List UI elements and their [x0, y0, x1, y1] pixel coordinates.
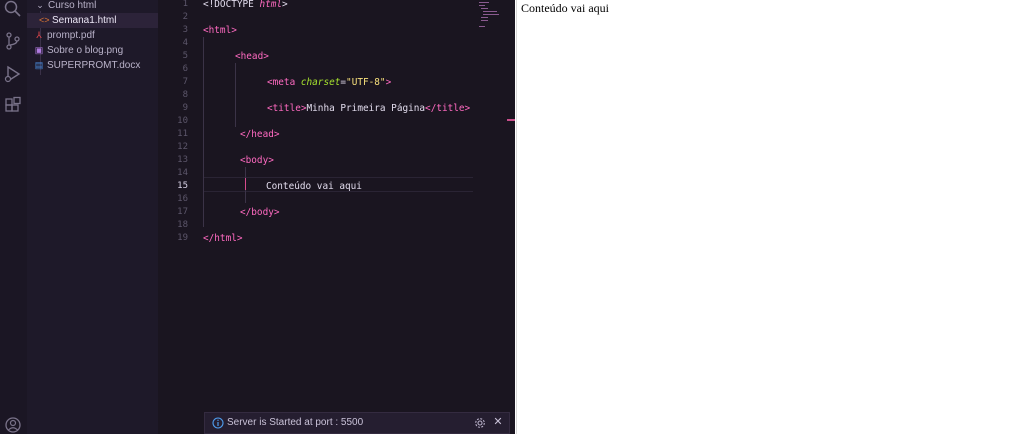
meta-open: <meta — [267, 77, 301, 88]
extensions-icon[interactable] — [3, 96, 23, 116]
file-label: Sobre o blog.png — [47, 45, 124, 56]
doctype-open: <!DOCTYPE — [203, 0, 260, 10]
line-number: 7 — [182, 77, 188, 87]
file-label: Semana1.html — [52, 15, 117, 26]
text-cursor — [245, 178, 246, 190]
close-icon[interactable]: ✕ — [492, 416, 504, 428]
code-editor[interactable]: 1 2 3 4 5 6 7 8 9 10 11 12 13 14 15 16 1… — [158, 0, 515, 434]
file-item-prompt-pdf[interactable]: ⅄ prompt.pdf — [27, 28, 158, 43]
source-control-icon[interactable] — [3, 31, 23, 51]
line-number: 9 — [182, 103, 188, 113]
charset-attribute: charset — [300, 77, 341, 88]
activity-bar — [0, 0, 28, 434]
code-line-13: <body> — [240, 155, 274, 166]
line-number: 11 — [177, 129, 188, 139]
html-file-icon: <> — [39, 15, 50, 25]
line-number: 2 — [182, 12, 188, 22]
explorer-sidebar: ⌄ Curso html <> Semana1.html ⅄ prompt.pdf ▣… — [27, 0, 158, 434]
scrollbar-marker[interactable] — [507, 119, 515, 121]
line-number: 12 — [177, 142, 188, 152]
run-debug-icon[interactable] — [3, 64, 23, 84]
browser-preview: Conteúdo vai aqui — [516, 0, 1024, 434]
line-number: 3 — [182, 25, 188, 35]
chevron-down-icon: ⌄ — [36, 0, 44, 10]
folder-label: Curso html — [48, 0, 97, 11]
code-line-3: <html> — [203, 25, 237, 36]
doctype-close: > — [282, 0, 288, 10]
indent-guide — [235, 63, 236, 127]
preview-content: Conteúdo vai aqui — [521, 1, 609, 15]
line-number: 5 — [182, 51, 188, 61]
title-open: <title> — [267, 103, 307, 114]
line-number: 4 — [182, 38, 188, 48]
line-number: 8 — [182, 90, 188, 100]
line-number: 1 — [182, 0, 188, 9]
folder-curso-html[interactable]: ⌄ Curso html — [27, 0, 158, 13]
charset-value: "UTF-8" — [346, 77, 386, 88]
title-text: Minha Primeira Página — [306, 103, 426, 114]
code-line-9: <title>Minha Primeira Página</title> — [267, 102, 470, 115]
line-number: 10 — [177, 116, 188, 126]
file-item-semana1[interactable]: <> Semana1.html — [27, 13, 158, 28]
server-notification: Server is Started at port : 5500 ✕ — [204, 412, 510, 434]
line-number: 17 — [177, 207, 188, 217]
indent-guide — [203, 37, 204, 227]
code-line-15: Conteúdo vai aqui — [266, 181, 362, 192]
code-line-19: </html> — [203, 233, 243, 244]
line-number: 14 — [177, 168, 188, 178]
code-line-11: </head> — [240, 129, 280, 140]
file-item-sobre-o-blog[interactable]: ▣ Sobre o blog.png — [27, 43, 158, 58]
doctype-keyword: html — [259, 0, 283, 10]
line-number: 18 — [177, 220, 188, 230]
minimap[interactable] — [477, 0, 505, 30]
line-number: 6 — [182, 64, 188, 74]
line-number: 19 — [177, 233, 188, 243]
line-number-gutter: 1 2 3 4 5 6 7 8 9 10 11 12 13 14 15 16 1… — [158, 0, 190, 434]
line-number: 16 — [177, 194, 188, 204]
search-icon[interactable] — [3, 0, 23, 20]
code-area[interactable]: <!DOCTYPE html> <html> <head> <meta char… — [203, 0, 473, 260]
gear-icon[interactable] — [474, 417, 486, 429]
word-file-icon: ▤ — [34, 60, 44, 70]
code-line-5: <head> — [235, 51, 269, 62]
notification-message: Server is Started at port : 5500 — [227, 417, 364, 428]
line-number: 13 — [177, 155, 188, 165]
line-number-current: 15 — [177, 181, 188, 191]
code-line-1: <!DOCTYPE html> — [203, 0, 288, 11]
image-file-icon: ▣ — [34, 45, 44, 55]
file-item-superpromt[interactable]: ▤ SUPERPROMT.docx — [27, 58, 158, 73]
file-label: SUPERPROMT.docx — [47, 60, 141, 71]
file-label: prompt.pdf — [47, 30, 95, 41]
title-close: </title> — [425, 103, 471, 114]
pdf-file-icon: ⅄ — [36, 30, 42, 40]
info-icon — [212, 417, 224, 429]
meta-close: > — [385, 77, 392, 88]
account-icon[interactable] — [3, 415, 23, 435]
code-line-17: </body> — [240, 207, 280, 218]
code-line-7: <meta charset="UTF-8"> — [267, 76, 391, 89]
